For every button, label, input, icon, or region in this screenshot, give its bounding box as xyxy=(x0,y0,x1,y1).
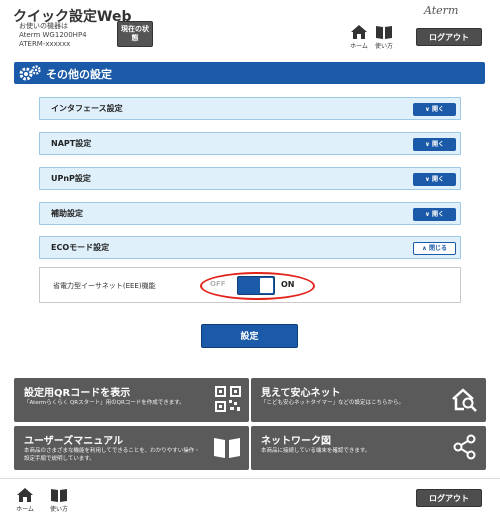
highlight-annotation xyxy=(200,272,315,300)
accordion-label: NAPT設定 xyxy=(51,139,92,148)
tile-description: 本商品のさまざまな機能を利用してできることを、わかりやすい操作・設定手順で説明し… xyxy=(24,448,200,462)
logout-button[interactable]: ログアウト xyxy=(416,28,482,46)
tile-network-map[interactable]: ネットワーク図 本商品に接続している端末を確認できます。 xyxy=(251,426,486,470)
gear-icon xyxy=(19,65,41,81)
home-label: ホーム xyxy=(16,506,34,513)
model-label: お使いの機器は xyxy=(19,22,68,30)
accordion-napt[interactable]: NAPT設定 ∨ 開く xyxy=(39,132,461,155)
tile-qr-code[interactable]: 設定用QRコードを表示 「Atermらくらく QRスタート」用のQRコードを作成… xyxy=(14,378,249,422)
tile-title: 見えて安心ネット xyxy=(261,388,341,399)
header: クイック設定Web お使いの機器は Aterm WG1200HP4 ATERM-… xyxy=(0,0,500,56)
submit-button[interactable]: 設定 xyxy=(201,324,298,348)
model-ssid: ATERM-xxxxxx xyxy=(19,40,71,48)
book-icon xyxy=(214,438,240,458)
expand-button[interactable]: ∨ 開く xyxy=(413,103,456,116)
home-icon xyxy=(351,25,367,39)
tile-title: ユーザーズマニュアル xyxy=(24,436,123,447)
accordion-label: UPnP設定 xyxy=(51,174,91,183)
guide-label: 使い方 xyxy=(374,43,393,50)
tile-description: 本商品に接続している端末を確認できます。 xyxy=(261,448,371,454)
share-network-icon xyxy=(453,434,476,460)
tile-title: 設定用QRコードを表示 xyxy=(24,388,131,399)
current-status-button[interactable]: 現在の状態 xyxy=(117,21,153,47)
expand-button[interactable]: ∨ 開く xyxy=(413,138,456,151)
footer-home-button[interactable]: ホーム xyxy=(14,487,36,513)
book-icon xyxy=(51,489,67,502)
brand-logo: Aterm xyxy=(424,4,459,17)
home-search-icon xyxy=(452,388,477,412)
footer-guide-button[interactable]: 使い方 xyxy=(48,487,70,513)
tile-title: ネットワーク図 xyxy=(261,436,331,447)
section-title: その他の設定 xyxy=(46,68,112,81)
accordion-label: ECOモード設定 xyxy=(51,243,110,252)
accordion-label: インタフェース設定 xyxy=(51,104,123,113)
eee-setting-label: 省電力型イーサネット(EEE)機能 xyxy=(53,282,156,290)
chevron-up-icon: ∧ xyxy=(422,245,427,252)
tile-description: 「こども安心ネットタイマー」などの設定はこちらから。 xyxy=(261,400,405,406)
guide-label: 使い方 xyxy=(49,506,68,513)
guide-button[interactable]: 使い方 xyxy=(373,24,395,50)
expand-button[interactable]: ∨ 開く xyxy=(413,208,456,221)
home-icon xyxy=(17,488,33,502)
qr-code-icon xyxy=(215,386,241,412)
accordion-upnp[interactable]: UPnP設定 ∨ 開く xyxy=(39,167,461,190)
chevron-down-icon: ∨ xyxy=(425,106,430,113)
home-button[interactable]: ホーム xyxy=(348,24,370,50)
model-name: Aterm WG1200HP4 xyxy=(19,31,87,39)
chevron-down-icon: ∨ xyxy=(425,176,430,183)
accordion-interface[interactable]: インタフェース設定 ∨ 開く xyxy=(39,97,461,120)
footer: ホーム 使い方 ログアウト xyxy=(0,478,500,530)
accordion-eco-mode[interactable]: ECOモード設定 ∧ 閉じる xyxy=(39,236,461,259)
tile-safe-net[interactable]: 見えて安心ネット 「こども安心ネットタイマー」などの設定はこちらから。 xyxy=(251,378,486,422)
collapse-button[interactable]: ∧ 閉じる xyxy=(413,242,456,255)
chevron-down-icon: ∨ xyxy=(425,141,430,148)
tile-user-manual[interactable]: ユーザーズマニュアル 本商品のさまざまな機能を利用してできることを、わかりやすい… xyxy=(14,426,249,470)
expand-button[interactable]: ∨ 開く xyxy=(413,173,456,186)
accordion-label: 補助設定 xyxy=(51,209,83,218)
section-banner: その他の設定 xyxy=(14,62,485,84)
chevron-down-icon: ∨ xyxy=(425,211,430,218)
accordion-auxiliary[interactable]: 補助設定 ∨ 開く xyxy=(39,202,461,225)
tile-description: 「Atermらくらく QRスタート」用のQRコードを作成できます。 xyxy=(24,400,185,406)
book-icon xyxy=(376,26,392,39)
footer-logout-button[interactable]: ログアウト xyxy=(416,489,482,507)
home-label: ホーム xyxy=(350,43,368,50)
